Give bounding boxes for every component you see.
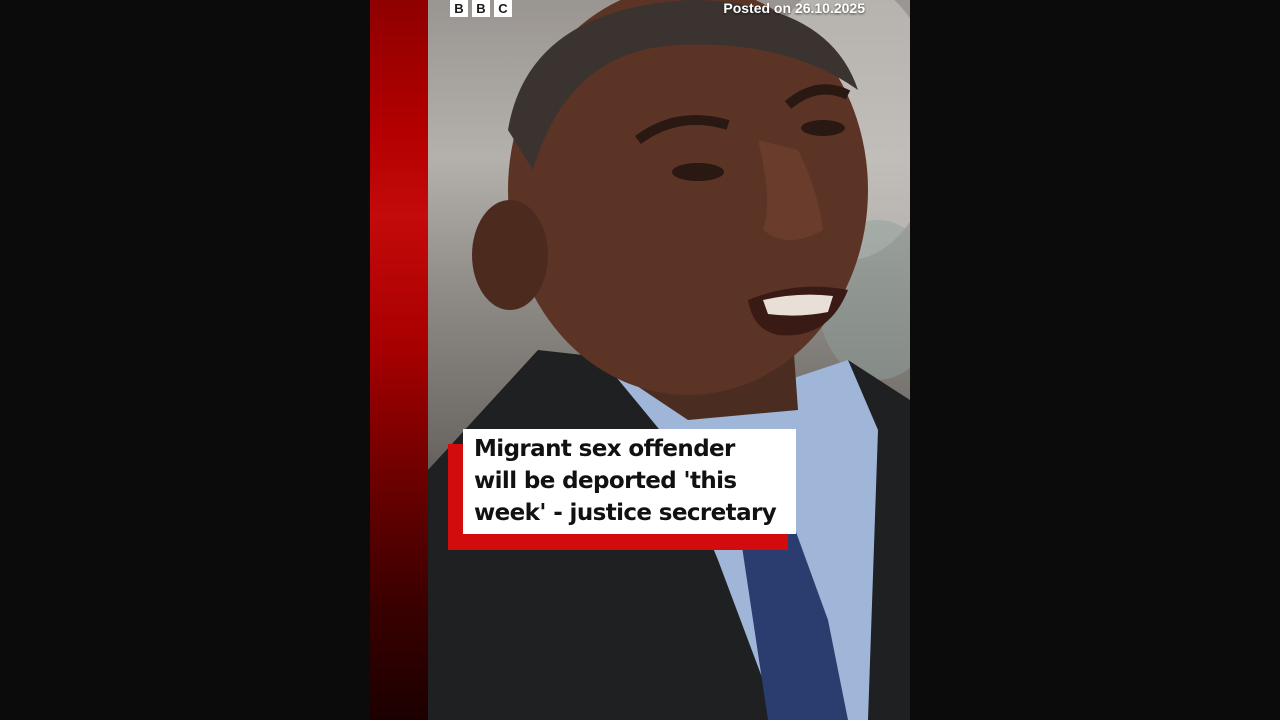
bbc-logo-block-1: B [450, 0, 468, 17]
bbc-logo: B B C [450, 0, 512, 17]
bbc-logo-block-3: C [494, 0, 512, 17]
player-stage: B B C Posted on 26.10.2025 Migrant sex o… [0, 0, 1280, 720]
video-frame[interactable] [370, 0, 910, 720]
headline-text: Migrant sex offender will be deported 't… [474, 436, 777, 526]
posted-date: Posted on 26.10.2025 [723, 0, 865, 16]
bbc-logo-block-2: B [472, 0, 490, 17]
headline-box: Migrant sex offender will be deported 't… [463, 429, 796, 534]
red-background-band [370, 0, 428, 720]
speaker-photo [428, 0, 910, 720]
